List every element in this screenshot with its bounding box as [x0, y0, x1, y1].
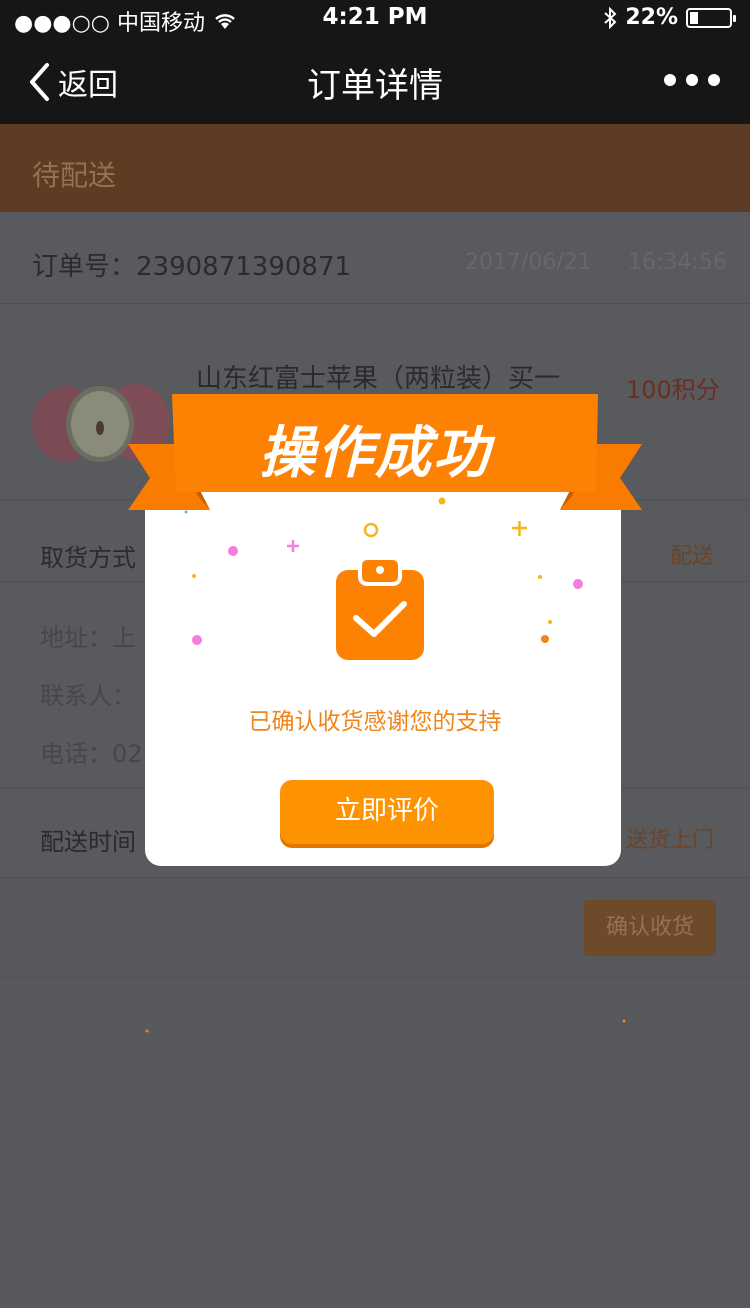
- battery-percent: 22%: [625, 5, 678, 30]
- review-now-button[interactable]: 立即评价: [280, 780, 494, 844]
- order-number-row: 订单号：2390871390871 2017/06/21 16:34:56: [0, 212, 750, 304]
- more-options-icon[interactable]: [664, 74, 720, 86]
- success-message: 已确认收货感谢您的支持: [248, 709, 502, 735]
- pickup-method-value: 配送: [669, 544, 714, 569]
- confirm-receipt-button[interactable]: 确认收货: [584, 900, 716, 956]
- delivery-time-value: 送货上门: [625, 828, 714, 853]
- clipboard-check-icon: [336, 556, 424, 660]
- pickup-method-label: 取货方式: [40, 544, 136, 572]
- delivery-time-label: 配送时间: [40, 828, 136, 856]
- battery-icon: [686, 7, 736, 28]
- order-time: 16:34:56: [628, 250, 727, 275]
- battery-level: [690, 11, 698, 24]
- battery-area: 22%: [603, 5, 736, 30]
- order-status-banner: 待配送: [0, 124, 750, 212]
- order-date: 2017/06/21: [465, 250, 592, 275]
- status-bar: ●●●○○ 中国移动 4:21 PM 22%: [0, 0, 750, 38]
- address-label: 地址：上: [40, 624, 136, 652]
- phone-label: 电话：02: [40, 740, 143, 768]
- bluetooth-icon: [604, 6, 617, 29]
- page-title: 订单详情: [307, 66, 443, 106]
- product-name: 山东红富士苹果（两粒装）买一: [196, 364, 561, 394]
- modal-title: 操作成功: [259, 421, 491, 486]
- nav-bar: 返回 订单详情: [0, 38, 750, 124]
- order-number: 订单号：2390871390871: [32, 252, 352, 282]
